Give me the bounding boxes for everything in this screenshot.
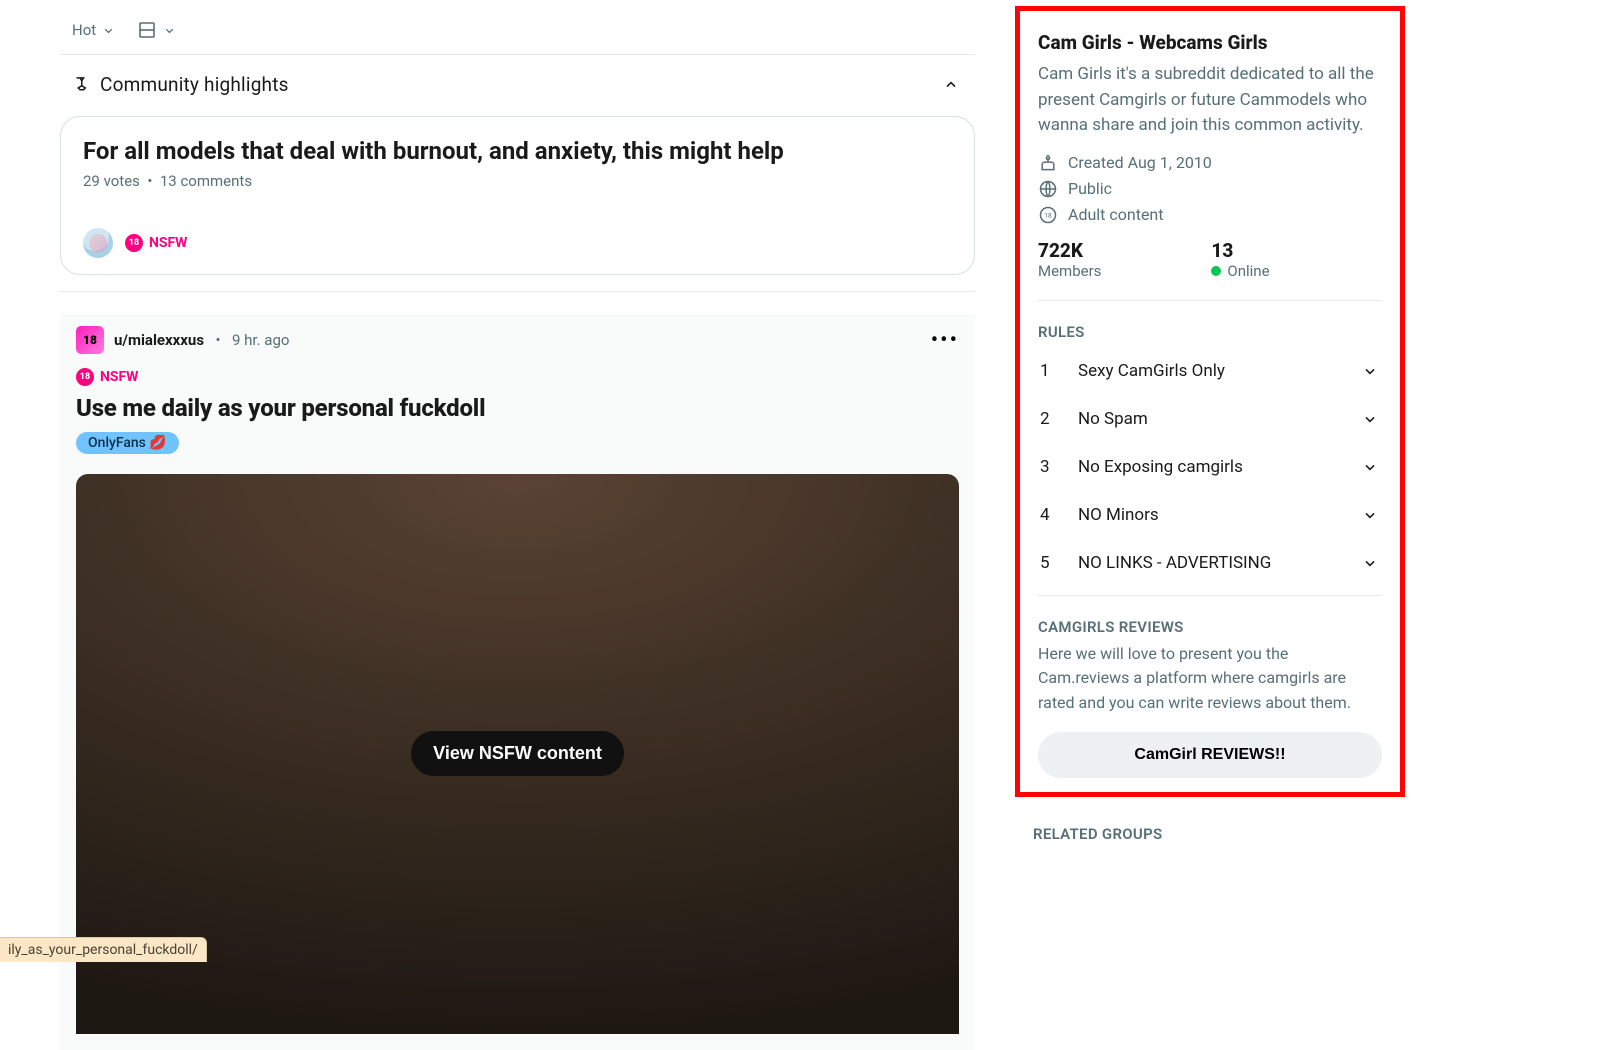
rule-text: No Exposing camgirls xyxy=(1078,457,1243,477)
info-created-label: Created Aug 1, 2010 xyxy=(1068,153,1212,172)
nsfw-square-icon: 18 xyxy=(76,326,104,354)
view-layout-button[interactable] xyxy=(137,20,176,40)
related-header: RELATED GROUPS xyxy=(1015,825,1405,843)
post-flair[interactable]: OnlyFans 💋 xyxy=(76,432,179,454)
divider xyxy=(60,291,975,292)
highlight-votes: 29 votes xyxy=(83,172,140,190)
reviews-button[interactable]: CamGirl REVIEWS!! xyxy=(1038,732,1382,778)
collapse-button[interactable] xyxy=(943,77,959,93)
chevron-down-icon xyxy=(1362,459,1378,475)
rule-text: NO LINKS - ADVERTISING xyxy=(1078,553,1271,573)
post-media: View NSFW content xyxy=(76,474,959,1034)
nsfw-tag: 18 NSFW xyxy=(125,234,187,252)
rule-item[interactable]: 5 NO LINKS - ADVERTISING xyxy=(1038,539,1382,596)
chevron-down-icon xyxy=(1362,507,1378,523)
stat-members: 722K Members xyxy=(1038,239,1101,280)
rule-number: 1 xyxy=(1040,361,1056,381)
post-byline: u/mialexxxus • 9 hr. ago xyxy=(114,331,289,349)
community-stats: 722K Members 13 Online xyxy=(1038,239,1382,301)
chevron-down-icon xyxy=(163,24,176,37)
flair-label: OnlyFans 💋 xyxy=(88,435,167,451)
highlight-footer: 18 NSFW xyxy=(83,228,952,258)
info-visibility: Public xyxy=(1038,179,1382,199)
highlight-comments: 13 comments xyxy=(160,172,252,190)
community-description: Cam Girls it's a subreddit dedicated to … xyxy=(1038,62,1382,139)
sidebar: Cam Girls - Webcams Girls Cam Girls it's… xyxy=(1015,6,1405,1050)
stat-members-num: 722K xyxy=(1038,239,1101,262)
rule-number: 3 xyxy=(1040,457,1056,477)
pin-icon xyxy=(70,75,90,95)
info-visibility-label: Public xyxy=(1068,179,1112,198)
rule-item[interactable]: 2 No Spam xyxy=(1038,395,1382,443)
rule-text: No Spam xyxy=(1078,409,1148,429)
post-title[interactable]: Use me daily as your personal fuckdoll xyxy=(76,394,959,422)
nsfw-badge-icon: 18 xyxy=(76,368,94,386)
post-overflow-button[interactable]: ••• xyxy=(931,328,959,353)
rules-header: RULES xyxy=(1038,323,1382,341)
info-adult-label: Adult content xyxy=(1068,205,1164,224)
divider xyxy=(60,54,975,55)
rule-text: Sexy CamGirls Only xyxy=(1078,361,1225,381)
dot: • xyxy=(144,172,160,190)
community-title: Cam Girls - Webcams Girls xyxy=(1038,31,1382,54)
globe-icon xyxy=(1038,179,1058,199)
cake-icon xyxy=(1038,153,1058,173)
adult-icon: 18 xyxy=(1038,205,1058,225)
nsfw-label: NSFW xyxy=(100,369,138,385)
nsfw-badge-icon: 18 xyxy=(125,234,143,252)
stat-members-label: Members xyxy=(1038,262,1101,280)
rule-text: NO Minors xyxy=(1078,505,1159,525)
info-adult: 18 Adult content xyxy=(1038,205,1382,225)
sort-row: Hot xyxy=(60,6,975,54)
rule-item[interactable]: 1 Sexy CamGirls Only xyxy=(1038,347,1382,395)
rule-number: 2 xyxy=(1040,409,1056,429)
chevron-down-icon xyxy=(1362,555,1378,571)
rule-item[interactable]: 3 No Exposing camgirls xyxy=(1038,443,1382,491)
highlights-header[interactable]: Community highlights xyxy=(60,69,975,100)
highlight-title: For all models that deal with burnout, a… xyxy=(83,137,952,166)
card-view-icon xyxy=(137,20,157,40)
highlight-card[interactable]: For all models that deal with burnout, a… xyxy=(60,116,975,275)
nsfw-label: NSFW xyxy=(149,235,187,251)
info-created: Created Aug 1, 2010 xyxy=(1038,153,1382,173)
svg-text:18: 18 xyxy=(1044,211,1052,219)
post-header: 18 u/mialexxxus • 9 hr. ago ••• xyxy=(76,326,959,354)
stat-online-num: 13 xyxy=(1211,239,1269,262)
view-nsfw-button[interactable]: View NSFW content xyxy=(411,731,624,776)
highlight-meta: 29 votes • 13 comments xyxy=(83,172,952,190)
online-dot-icon xyxy=(1211,266,1221,276)
sort-label: Hot xyxy=(72,21,96,39)
chevron-down-icon xyxy=(1362,363,1378,379)
reviews-header: CAMGIRLS REVIEWS xyxy=(1038,618,1382,636)
reviews-text: Here we will love to present you the Cam… xyxy=(1038,642,1382,716)
dot: • xyxy=(212,331,225,349)
chevron-up-icon xyxy=(943,77,959,93)
chevron-down-icon xyxy=(1362,411,1378,427)
post-author-link[interactable]: u/mialexxxus xyxy=(114,331,204,349)
highlights-title: Community highlights xyxy=(100,73,289,96)
feed: Hot Community highlights For all models … xyxy=(60,0,975,1050)
community-info-panel: Cam Girls - Webcams Girls Cam Girls it's… xyxy=(1015,6,1405,797)
post-timestamp: 9 hr. ago xyxy=(232,331,289,349)
stat-online: 13 Online xyxy=(1211,239,1269,280)
sort-button[interactable]: Hot xyxy=(72,21,115,39)
chevron-down-icon xyxy=(102,24,115,37)
nsfw-tag: 18 NSFW xyxy=(76,368,138,386)
rule-number: 5 xyxy=(1040,553,1056,573)
status-url-fragment: ily_as_your_personal_fuckdoll/ xyxy=(0,937,207,962)
stat-online-label: Online xyxy=(1211,262,1269,280)
rule-number: 4 xyxy=(1040,505,1056,525)
avatar-icon xyxy=(83,228,113,258)
rule-item[interactable]: 4 NO Minors xyxy=(1038,491,1382,539)
